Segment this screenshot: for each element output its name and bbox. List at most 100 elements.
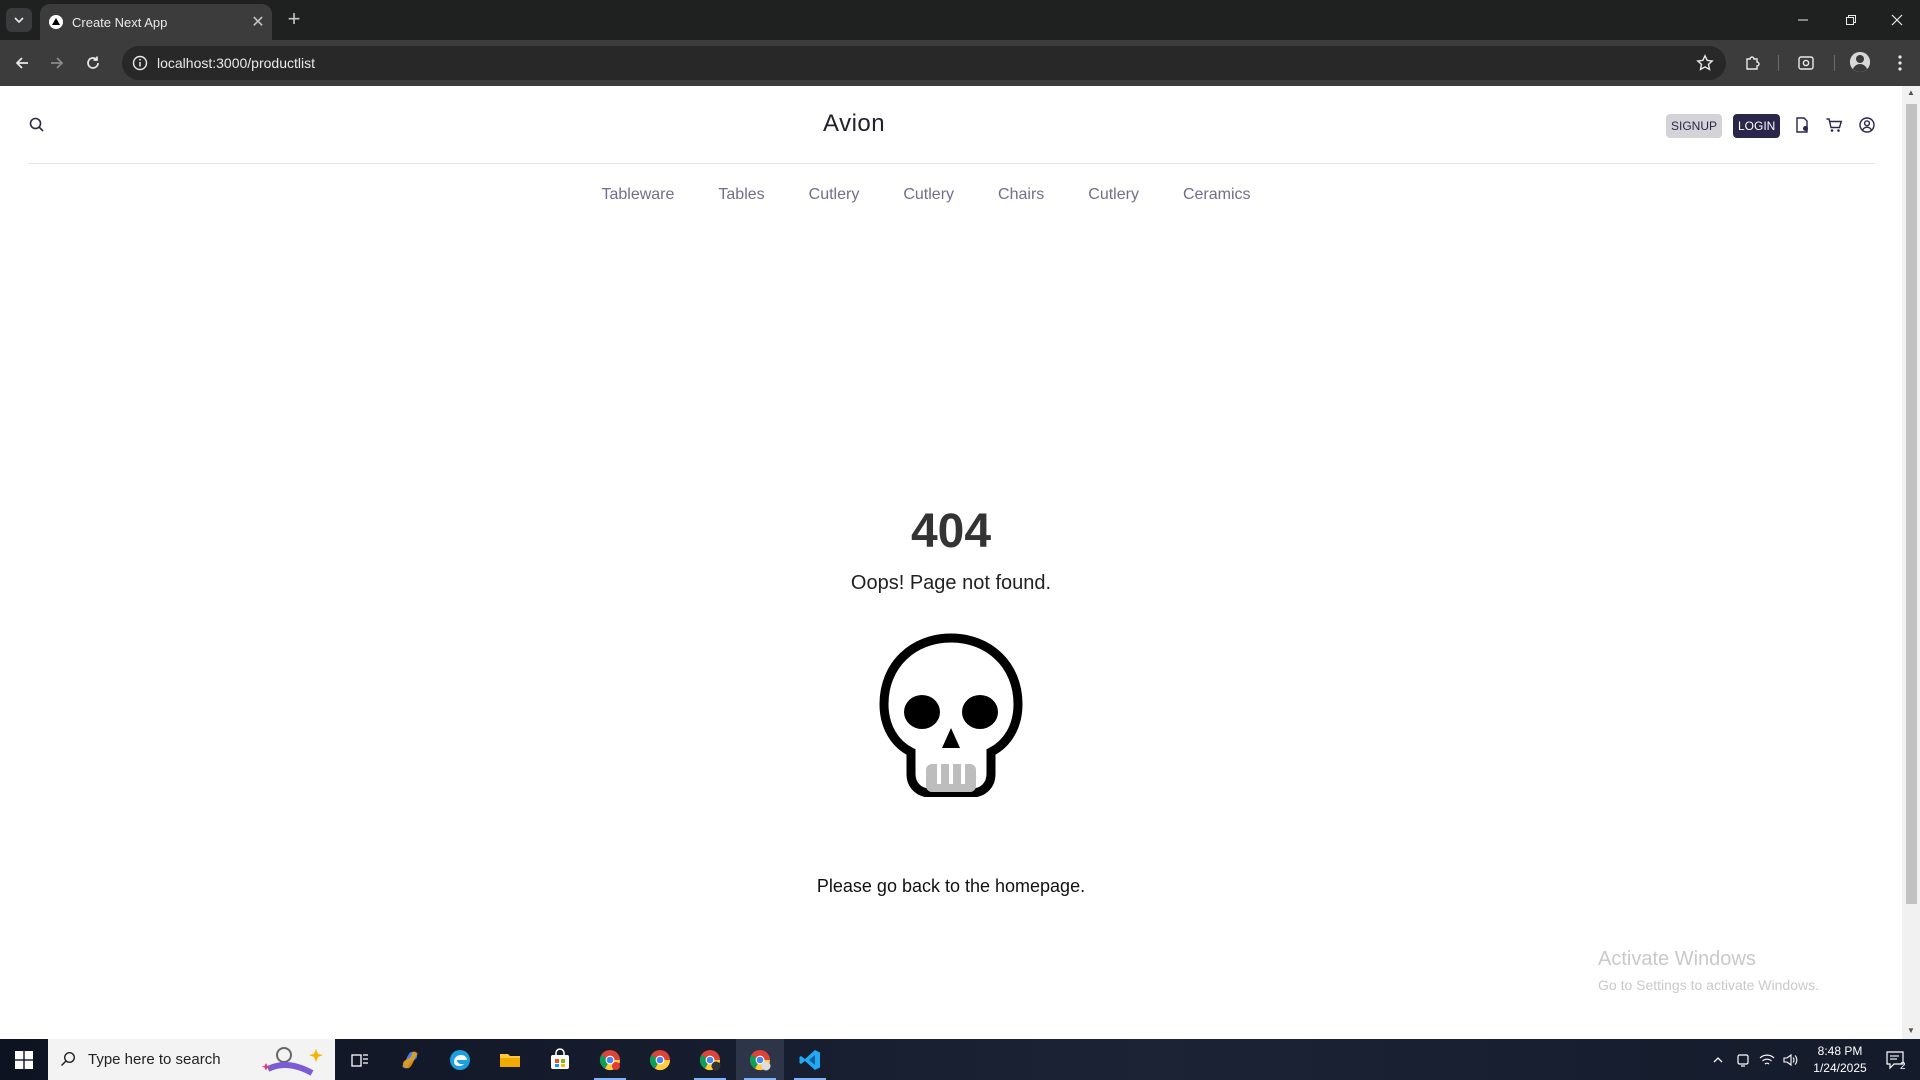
category-nav: Tableware Tables Cutlery Cutlery Chairs … — [0, 186, 1902, 204]
task-view-icon — [351, 1053, 368, 1067]
brand-logo[interactable]: Avion — [823, 110, 885, 138]
search-icon[interactable] — [28, 116, 46, 134]
meet-now-button[interactable] — [1732, 1039, 1754, 1080]
volume-button[interactable] — [1780, 1039, 1802, 1080]
extensions-button[interactable] — [1742, 52, 1764, 74]
bookmark-star-icon[interactable] — [1696, 54, 1714, 72]
search-icon — [60, 1051, 76, 1067]
chrome-icon — [599, 1049, 621, 1070]
scroll-up-arrow-icon[interactable]: ▲ — [1906, 88, 1916, 97]
close-icon — [1891, 14, 1903, 26]
task-view-button[interactable] — [336, 1039, 384, 1080]
speaker-icon — [1783, 1053, 1798, 1066]
taskbar-chrome-2[interactable] — [636, 1039, 684, 1080]
scrollbar-thumb[interactable] — [1906, 104, 1917, 904]
browser-toolbar: localhost:3000/productlist — [0, 40, 1920, 86]
back-button[interactable] — [9, 50, 35, 76]
wifi-icon — [1759, 1054, 1775, 1065]
category-link-cutlery[interactable]: Cutlery — [1088, 186, 1139, 204]
category-link-ceramics[interactable]: Ceramics — [1183, 186, 1251, 204]
profile-avatar[interactable] — [1850, 52, 1870, 72]
scroll-down-arrow-icon[interactable]: ▼ — [1906, 1026, 1916, 1035]
login-button[interactable]: LOGIN — [1733, 114, 1781, 138]
chevron-up-icon — [1713, 1056, 1723, 1062]
homepage-message[interactable]: Please go back to the homepage. — [0, 876, 1902, 897]
clock-date: 1/24/2025 — [1813, 1061, 1867, 1075]
browser-tab-active[interactable]: Create Next App ✕ — [40, 4, 272, 40]
minimize-icon — [1798, 19, 1808, 21]
start-button[interactable] — [0, 1039, 48, 1080]
wishlist-icon[interactable] — [1793, 116, 1811, 134]
url-text: localhost:3000/productlist — [157, 55, 315, 71]
folder-icon — [500, 1053, 520, 1067]
chrome-icon — [749, 1049, 771, 1070]
taskbar-chrome-1[interactable] — [586, 1039, 634, 1080]
activate-title: Activate Windows — [1598, 948, 1756, 970]
category-link-tableware[interactable]: Tableware — [601, 186, 674, 204]
category-link-chairs[interactable]: Chairs — [998, 186, 1044, 204]
notifications-button[interactable]: 2 — [1876, 1039, 1916, 1080]
signup-button[interactable]: SIGNUP — [1666, 114, 1723, 138]
profile-avatar-icon — [1850, 52, 1870, 72]
restore-icon — [1846, 15, 1856, 25]
user-account-icon[interactable] — [1858, 116, 1876, 134]
activate-subtitle: Go to Settings to activate Windows. — [1598, 977, 1819, 993]
clock-time: 8:48 PM — [1817, 1044, 1863, 1058]
error-message: Oops! Page not found. — [850, 572, 1052, 594]
address-bar[interactable]: localhost:3000/productlist — [122, 46, 1726, 80]
tab-title: Create Next App — [72, 14, 168, 30]
category-link-tables[interactable]: Tables — [718, 186, 764, 204]
puzzle-icon — [1746, 56, 1760, 70]
minimize-button[interactable] — [1780, 0, 1826, 40]
meet-now-icon — [1737, 1053, 1749, 1067]
info-icon[interactable] — [132, 55, 148, 71]
page-scrollbar[interactable]: ▲ ▼ — [1902, 86, 1920, 1039]
web-page: Avion SIGNUP LOGIN Tableware Tables Cutl… — [0, 86, 1902, 1039]
error-code: 404 — [910, 505, 992, 558]
browser-menu-button[interactable] — [1889, 52, 1911, 74]
show-hidden-icons-button[interactable] — [1706, 1039, 1730, 1080]
taskbar-chrome-4[interactable] — [736, 1039, 784, 1080]
taskbar-store[interactable] — [536, 1039, 584, 1080]
windows-logo-icon — [15, 1050, 33, 1069]
close-window-button[interactable] — [1874, 0, 1920, 40]
nextjs-favicon-icon — [49, 15, 63, 29]
tab-search-button[interactable] — [6, 8, 32, 32]
taskbar-copilot[interactable] — [386, 1039, 434, 1080]
restore-button[interactable] — [1828, 0, 1874, 40]
reload-button[interactable] — [80, 50, 106, 76]
forward-button[interactable] — [44, 50, 70, 76]
taskbar-edge[interactable] — [436, 1039, 484, 1080]
screenshot-button[interactable] — [1795, 52, 1817, 74]
toolbar-separator — [1778, 55, 1779, 71]
search-highlight-icon — [261, 1047, 323, 1076]
notification-count-badge: 2 — [1900, 1061, 1906, 1072]
skull-icon — [879, 633, 1023, 797]
taskbar-search-box[interactable]: Type here to search — [48, 1039, 335, 1080]
activate-windows-watermark: Activate Windows Go to Settings to activ… — [1598, 948, 1819, 993]
cart-icon[interactable] — [1825, 116, 1843, 134]
toolbar-separator — [1834, 55, 1835, 71]
arrow-right-icon — [51, 57, 64, 69]
category-link-cutlery[interactable]: Cutlery — [809, 186, 860, 204]
vscode-icon — [799, 1049, 820, 1070]
network-button[interactable] — [1756, 1039, 1778, 1080]
tab-close-icon[interactable]: ✕ — [244, 12, 272, 32]
reload-icon — [87, 56, 99, 69]
screenshot-icon — [1798, 56, 1814, 70]
taskbar-chrome-3[interactable] — [686, 1039, 734, 1080]
taskbar-file-explorer[interactable] — [486, 1039, 534, 1080]
windows-taskbar: Type here to search 8:48 PM 1/24/2025 2 — [0, 1039, 1920, 1080]
site-header: Avion SIGNUP LOGIN — [28, 86, 1875, 164]
taskbar-search-placeholder: Type here to search — [88, 1051, 221, 1068]
chrome-icon — [649, 1049, 671, 1070]
taskbar-vscode[interactable] — [786, 1039, 834, 1080]
category-link-cutlery[interactable]: Cutlery — [903, 186, 954, 204]
chrome-icon — [699, 1049, 721, 1070]
arrow-left-icon — [15, 57, 28, 69]
edge-icon — [450, 1049, 470, 1070]
browser-tabstrip: Create Next App ✕ + — [0, 0, 1920, 40]
taskbar-clock[interactable]: 8:48 PM 1/24/2025 — [1804, 1043, 1876, 1077]
copilot-icon — [402, 1051, 418, 1068]
new-tab-button[interactable]: + — [280, 7, 308, 33]
